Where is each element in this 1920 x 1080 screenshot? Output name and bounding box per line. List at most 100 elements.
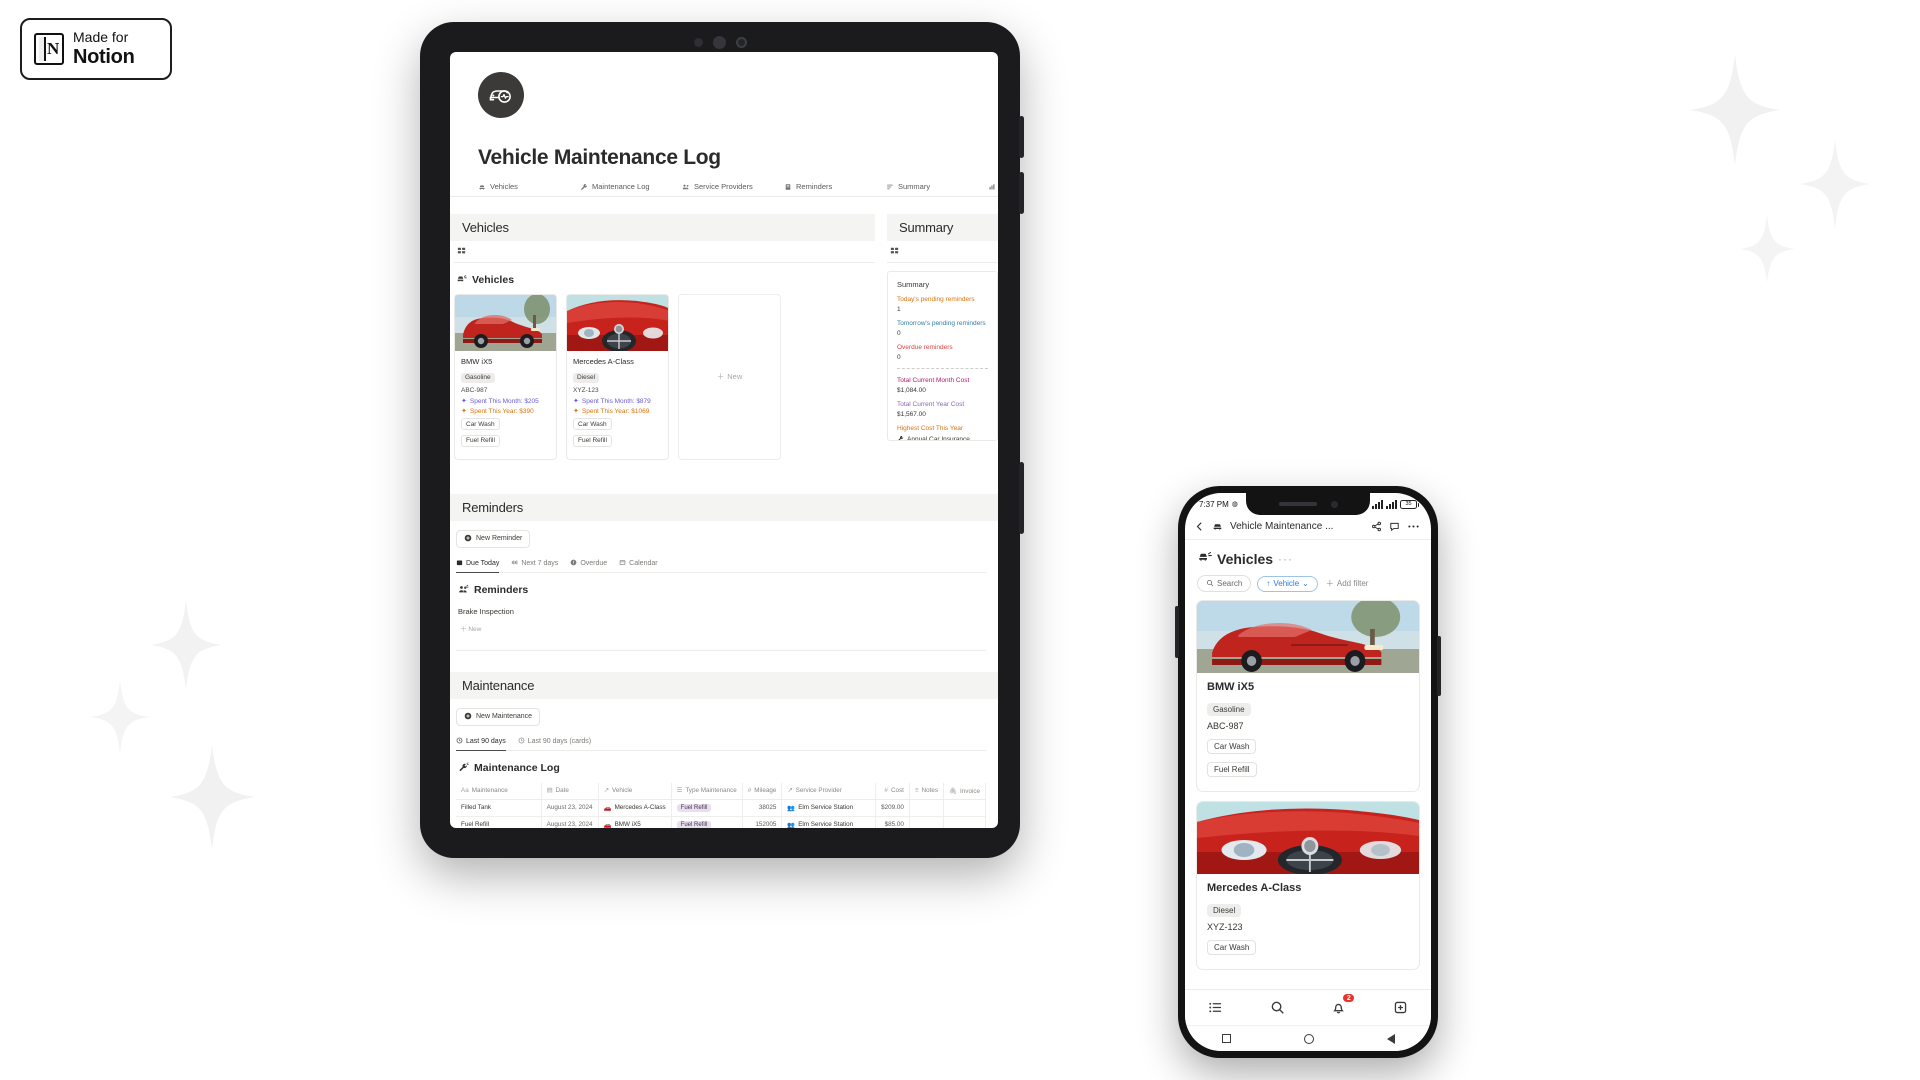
car-db-icon — [1197, 549, 1212, 569]
cell-invoice — [943, 799, 986, 817]
cell-type: Fuel Refill — [671, 799, 743, 817]
vehicle-photo — [1197, 601, 1419, 673]
wrench-icon — [897, 435, 904, 440]
new-reminder-button[interactable]: New Reminder — [456, 529, 531, 548]
tab-service-providers[interactable]: Service Providers — [682, 182, 784, 191]
view-tab-label: Calendar — [629, 559, 658, 567]
vehicle-photo — [567, 295, 668, 351]
maintenance-view-tabs[interactable]: Last 90 days Last 90 days (cards) — [456, 737, 986, 751]
new-maintenance-button[interactable]: New Maintenance — [456, 707, 541, 726]
col-type-maintenance[interactable]: ☰ Type Maintenance — [671, 782, 743, 800]
more-horizontal-icon[interactable] — [1407, 521, 1420, 532]
tablet-power-button[interactable] — [1019, 462, 1024, 534]
new-reminder-row[interactable]: ＋ New — [456, 616, 986, 633]
bell-icon — [784, 183, 792, 191]
col-invoice[interactable]: 🖇 Invoice — [943, 782, 986, 800]
tab-vehicles[interactable]: Vehicles — [478, 182, 580, 191]
new-vehicle-card-button[interactable]: ＋ New — [678, 294, 781, 460]
view-tab-due-today[interactable]: Due Today — [456, 559, 500, 573]
phone-power-button[interactable] — [1437, 636, 1441, 696]
status-time-group: 7:37 PM ◍ — [1199, 500, 1238, 509]
summary-cost-value: $1,084.00 — [897, 387, 926, 394]
maintenance-db-header: Maintenance Log — [458, 761, 986, 775]
share-icon[interactable] — [1371, 521, 1382, 532]
summary-view-toolbar[interactable] — [887, 241, 998, 263]
view-tab-next-7-days[interactable]: Next 7 days — [511, 559, 558, 568]
tab-charts[interactable]: C — [988, 182, 998, 191]
paperclip-icon: 🖇 — [949, 787, 958, 795]
vehicle-card[interactable]: BMW iX5 Gasoline ABC-987 Car Wash Fuel R… — [1196, 600, 1420, 792]
circle-icon[interactable] — [1303, 1033, 1314, 1044]
multiselect-icon: ☰ — [676, 787, 683, 794]
grid-icon[interactable] — [890, 247, 899, 257]
battery-icon: 35 — [1400, 499, 1419, 509]
cell-vehicle: 🚗 BMW iX5 — [598, 816, 672, 828]
vehicles-view-toolbar[interactable] — [454, 241, 875, 263]
back-triangle-icon[interactable] — [1386, 1033, 1395, 1044]
vehicle-card[interactable]: Mercedes A-Class Diesel XYZ-123 ✦ Spent … — [566, 294, 669, 460]
col-maintenance[interactable]: Aa Maintenance — [456, 782, 542, 800]
summary-card-title: Summary — [897, 280, 930, 289]
summary-row-value: 0 — [897, 330, 901, 337]
text-icon: Aa — [461, 787, 469, 794]
tab-search-button[interactable] — [1270, 1000, 1285, 1015]
col-cost[interactable]: # Cost — [875, 782, 910, 800]
add-filter-button[interactable]: ＋ Add filter — [1323, 575, 1377, 592]
cell-invoice — [943, 816, 986, 828]
comment-icon[interactable] — [1389, 521, 1400, 532]
view-tab-overdue[interactable]: Overdue — [570, 559, 607, 568]
reminders-section-band: Reminders — [450, 493, 998, 521]
new-row-label: New — [468, 625, 482, 633]
sort-vehicle-chip[interactable]: ↑ Vehicle ⌄ — [1257, 575, 1318, 592]
tab-list-button[interactable] — [1208, 1000, 1223, 1015]
cell-date: August 23, 2024 — [541, 799, 599, 817]
bullet-icon: ✦ — [573, 397, 579, 405]
type-tag: Fuel Refill — [676, 820, 712, 828]
col-date[interactable]: ▤ Date — [541, 782, 599, 800]
tab-summary[interactable]: Summary — [886, 182, 988, 191]
number-icon: # — [884, 787, 888, 794]
phone-volume-button[interactable] — [1175, 606, 1179, 658]
sparkle-decoration — [170, 745, 255, 849]
sparkle-decoration — [90, 680, 150, 754]
vehicle-spent-month: ✦ Spent This Month: $205 — [461, 398, 550, 405]
badge-brand-label: Notion — [73, 45, 135, 68]
more-horizontal-icon[interactable]: ··· — [1278, 552, 1293, 566]
col-mileage[interactable]: # Mileage — [742, 782, 783, 800]
vehicle-card[interactable]: BMW iX5 Gasoline ABC-987 ✦ Spent This Mo… — [454, 294, 557, 460]
vehicle-card[interactable]: Mercedes A-Class Diesel XYZ-123 Car Wash — [1196, 801, 1420, 970]
reminders-db-title: Reminders — [474, 584, 529, 596]
reminders-view-tabs[interactable]: Due Today Next 7 days Overdue Calendar — [456, 559, 986, 573]
table-row[interactable]: Filled Tank August 23, 2024 🚗 Mercedes A-Cl… — [456, 799, 986, 817]
doc-tab-bar[interactable]: Vehicles Maintenance Log Service Provide… — [450, 182, 998, 197]
people-icon: 👥 — [787, 821, 796, 829]
vehicle-fuel-tag: Gasoline — [1207, 703, 1251, 716]
table-header-row: Aa Maintenance ▤ Date ↗ Vehicle ☰ Type Maint… — [456, 782, 986, 800]
tab-notifications-button[interactable]: 2 — [1331, 994, 1355, 1015]
vehicle-plate: XYZ-123 — [573, 386, 599, 394]
grid-icon[interactable] — [457, 247, 466, 257]
tablet-volume-up-button[interactable] — [1019, 116, 1024, 158]
view-tab-last-90-days-cards[interactable]: Last 90 days (cards) — [518, 737, 591, 746]
col-service-provider[interactable]: ↗ Service Provider — [781, 782, 876, 800]
maintenance-heading: Maintenance — [462, 677, 535, 693]
reminders-heading: Reminders — [462, 499, 524, 515]
tab-label: Service Providers — [694, 182, 753, 191]
col-notes[interactable]: ≡ Notes — [909, 782, 945, 800]
table-row[interactable]: Fuel Refill August 23, 2024 🚗 BMW iX5 Fuel R… — [456, 816, 986, 828]
search-input[interactable]: Search — [1197, 575, 1252, 592]
square-icon[interactable] — [1221, 1034, 1231, 1043]
phone-tab-bar: 2 — [1185, 989, 1431, 1025]
reminder-item[interactable]: Brake Inspection — [456, 605, 986, 616]
tab-maintenance-log[interactable]: Maintenance Log — [580, 182, 682, 191]
phone-device-frame: 7:37 PM ◍ 35 Vehicle Maintenance ... Veh… — [1175, 486, 1441, 1058]
col-vehicle[interactable]: ↗ Vehicle — [598, 782, 672, 800]
back-arrow-icon[interactable] — [1194, 521, 1205, 532]
sort-label: Vehicle — [1273, 579, 1300, 588]
view-tab-last-90-days[interactable]: Last 90 days — [456, 737, 506, 751]
maintenance-table-body: Filled Tank August 23, 2024 🚗 Mercedes A-Cl… — [456, 799, 986, 828]
tablet-volume-down-button[interactable] — [1019, 172, 1024, 214]
tab-reminders[interactable]: Reminders — [784, 182, 886, 191]
tab-new-page-button[interactable] — [1393, 1000, 1408, 1015]
view-tab-calendar[interactable]: Calendar — [619, 559, 658, 568]
